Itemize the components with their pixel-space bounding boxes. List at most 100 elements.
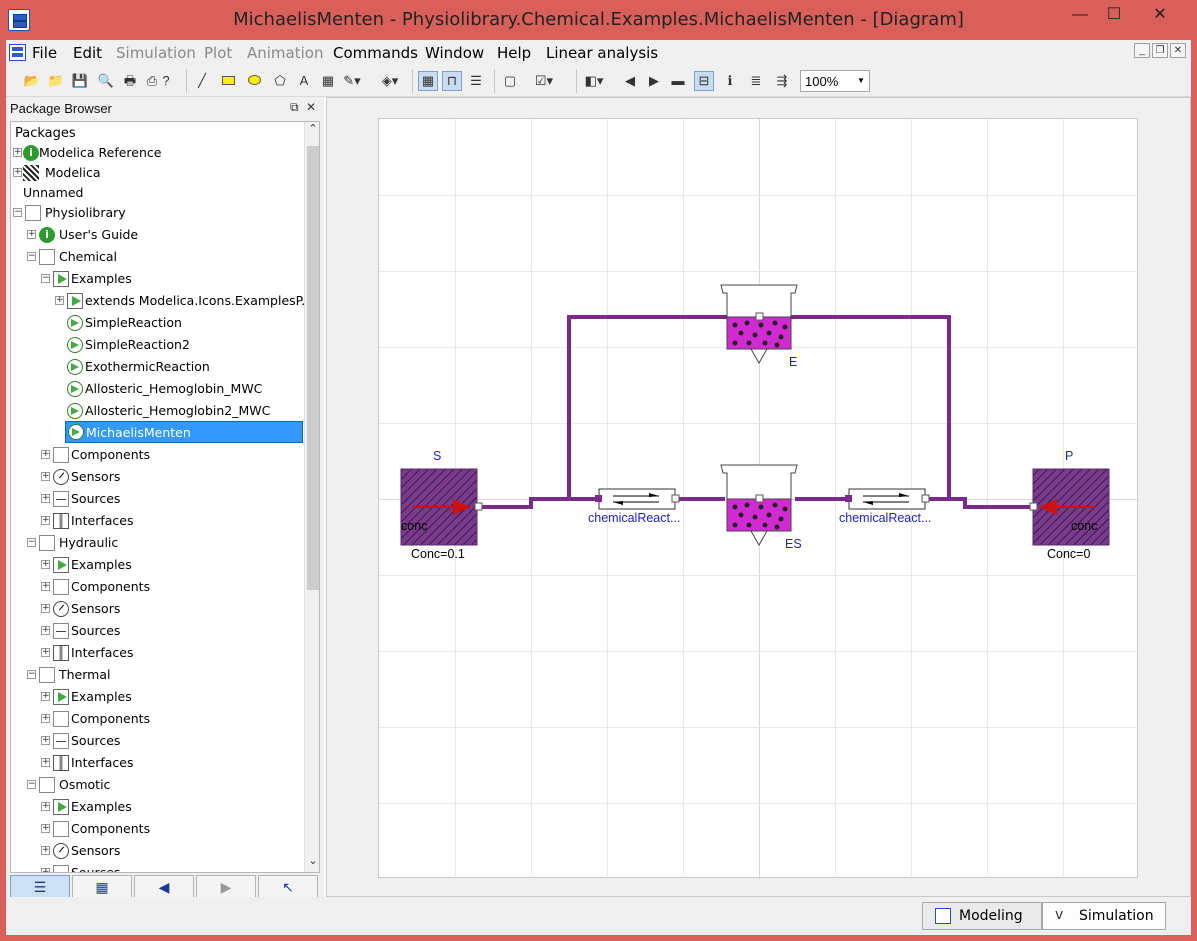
window-title: MichaelisMenten - Physiolibrary.Chemical… [233,9,964,30]
menu-window[interactable]: Window [425,44,484,62]
documentation-layer-icon[interactable]: ℹ [720,71,740,91]
close-button[interactable]: ✕ [1142,4,1178,30]
mdi-close-button[interactable]: ✕ [1170,43,1186,58]
tree-item-chemical-interfaces[interactable]: + Interfaces [41,510,303,532]
back-arrow-icon[interactable]: ◀ [620,71,640,91]
tree-scrollbar[interactable]: ⌃ ⌄ [304,122,319,872]
tree-item-osmotic[interactable]: − Osmotic [27,774,303,796]
tree-item-unnamed[interactable]: Unnamed [13,182,303,204]
tree-item-extends-icons[interactable]: + extends Modelica.Icons.ExamplesP... [55,290,313,312]
tree-item-osmotic-examples[interactable]: + Examples [41,796,303,818]
bitmap-tool-icon[interactable]: ▦ [318,71,338,91]
tree-item-chemical[interactable]: − Chemical [27,246,303,268]
scroll-thumb[interactable] [307,146,319,590]
help-cursor-icon[interactable]: ? [156,71,176,91]
tree-item-modelica-reference[interactable]: + i Modelica Reference [13,142,303,164]
close-panel-icon[interactable]: ✕ [306,100,316,114]
tree-item-thermal-interfaces[interactable]: + Interfaces [41,752,303,774]
chevron-down-icon[interactable]: ▼ [853,71,869,91]
menu-simulation[interactable]: Simulation [116,44,196,62]
search-icon[interactable]: 🔍 [96,71,116,91]
check-icon[interactable]: ☑▾ [534,71,554,91]
tree-item-chemical-examples[interactable]: − Examples [41,268,303,290]
line-tool-icon[interactable]: ╱ [192,71,212,91]
mdi-minimize-button[interactable]: _ [1134,43,1150,58]
rectangle-tool-icon[interactable] [218,71,238,91]
tree-item-hydraulic-examples[interactable]: + Examples [41,554,303,576]
layer-icon[interactable]: ◧▾ [584,71,604,91]
simulation-tab[interactable]: ⅴ Simulation [1042,902,1166,930]
maximize-button[interactable]: ☐ [1096,4,1132,30]
tree-item-chemical-components[interactable]: + Components [41,444,303,466]
tree-item-users-guide[interactable]: + i User's Guide [27,224,303,246]
tree-item-allosteric-hemoglobin-mwc[interactable]: Allosteric_Hemoglobin_MWC [55,378,303,400]
forward-arrow-icon[interactable]: ▶ [644,71,664,91]
shape-icon[interactable]: ▢ [500,71,520,91]
tree-item-hydraulic[interactable]: − Hydraulic [27,532,303,554]
tree-item-thermal-components[interactable]: + Components [41,708,303,730]
save-icon[interactable]: 💾 [70,71,90,91]
label-s-param: Conc=0.1 [411,547,465,561]
tree-item-simple-reaction[interactable]: SimpleReaction [55,312,303,334]
tree-item-physiolibrary[interactable]: − Physiolibrary [13,202,303,224]
tree-item-simple-reaction2[interactable]: SimpleReaction2 [55,334,303,356]
tree-item-thermal-sources[interactable]: + Sources [41,730,303,752]
tree-item-chemical-sensors[interactable]: + Sensors [41,466,303,488]
forward-icon[interactable]: ▶ [196,875,256,899]
print-icon[interactable]: 🖶 [120,71,140,91]
fill-color-icon[interactable]: ◈▾ [380,71,400,91]
tree-item-osmotic-sensors[interactable]: + Sensors [41,840,303,862]
scroll-up-icon[interactable]: ⌃ [305,122,319,140]
menu-edit[interactable]: Edit [73,44,102,62]
up-icon[interactable]: ↖ [258,875,318,899]
tree-item-thermal-examples[interactable]: + Examples [41,686,303,708]
grid-toggle-icon[interactable]: ▦ [418,71,438,91]
tree-item-michaelis-menten[interactable]: MichaelisMenten [65,421,303,443]
zoom-select[interactable]: 100% ▼ [800,70,870,92]
label-es: ES [785,537,802,551]
package-tree: Packages + i Modelica Reference + Modelic… [10,121,320,873]
new-icon[interactable]: 📂 [22,71,42,91]
ellipse-tool-icon[interactable] [244,71,264,91]
back-icon[interactable]: ◀ [134,875,194,899]
modeling-tab[interactable]: Modeling [922,902,1042,930]
tree-item-hydraulic-sensors[interactable]: + Sensors [41,598,303,620]
tree-item-hydraulic-components[interactable]: + Components [41,576,303,598]
diagram-area[interactable]: S conc Conc=0.1 P conc Conc=0 E ES chemi… [378,118,1139,879]
scroll-down-icon[interactable]: ⌄ [305,854,319,872]
diagram-layer-icon[interactable]: ⊟ [694,71,714,91]
tree-item-hydraulic-interfaces[interactable]: + Interfaces [41,642,303,664]
tree-view-icon[interactable]: ☰ [10,875,70,899]
tree-item-thermal[interactable]: − Thermal [27,664,303,686]
tree-item-osmotic-components[interactable]: + Components [41,818,303,840]
diagram-canvas[interactable]: S conc Conc=0.1 P conc Conc=0 E ES chemi… [326,97,1191,897]
diagram-svg [400,284,1110,547]
line-color-icon[interactable]: ✎▾ [342,71,362,91]
modeling-icon [935,908,951,924]
used-classes-icon[interactable]: ⇶ [772,71,792,91]
tree-item-exothermic-reaction[interactable]: ExothermicReaction [55,356,303,378]
polygon-tool-icon[interactable]: ⬠ [270,71,290,91]
mdi-restore-button[interactable]: ❐ [1152,43,1168,58]
float-panel-icon[interactable]: ⧉ [290,100,299,115]
menu-linear-analysis[interactable]: Linear analysis [546,44,658,62]
tree-item-chemical-sources[interactable]: + Sources [41,488,303,510]
tree-item-hydraulic-sources[interactable]: + Sources [41,620,303,642]
open-icon[interactable]: 📁 [46,71,66,91]
icon-layer-icon[interactable]: ▬ [668,71,688,91]
menu-plot[interactable]: Plot [204,44,232,62]
menu-file[interactable]: File [32,44,57,62]
minimize-button[interactable]: — [1062,4,1098,30]
menu-commands[interactable]: Commands [333,44,418,62]
component-grid-icon[interactable]: ▦ [72,875,132,899]
tree-item-modelica[interactable]: + Modelica [13,162,303,184]
align-icon[interactable]: ☰ [466,71,486,91]
document-icon[interactable] [9,44,26,61]
manhattanize-icon[interactable]: ⊓ [442,71,462,91]
menu-help[interactable]: Help [497,44,531,62]
menu-animation[interactable]: Animation [247,44,323,62]
text-tool-icon[interactable]: A [294,71,314,91]
modelica-text-icon[interactable]: ≣ [746,71,766,91]
tree-item-allosteric-hemoglobin2-mwc[interactable]: Allosteric_Hemoglobin2_MWC [55,400,303,422]
tree-item-osmotic-sources[interactable]: + Sources [41,862,303,872]
